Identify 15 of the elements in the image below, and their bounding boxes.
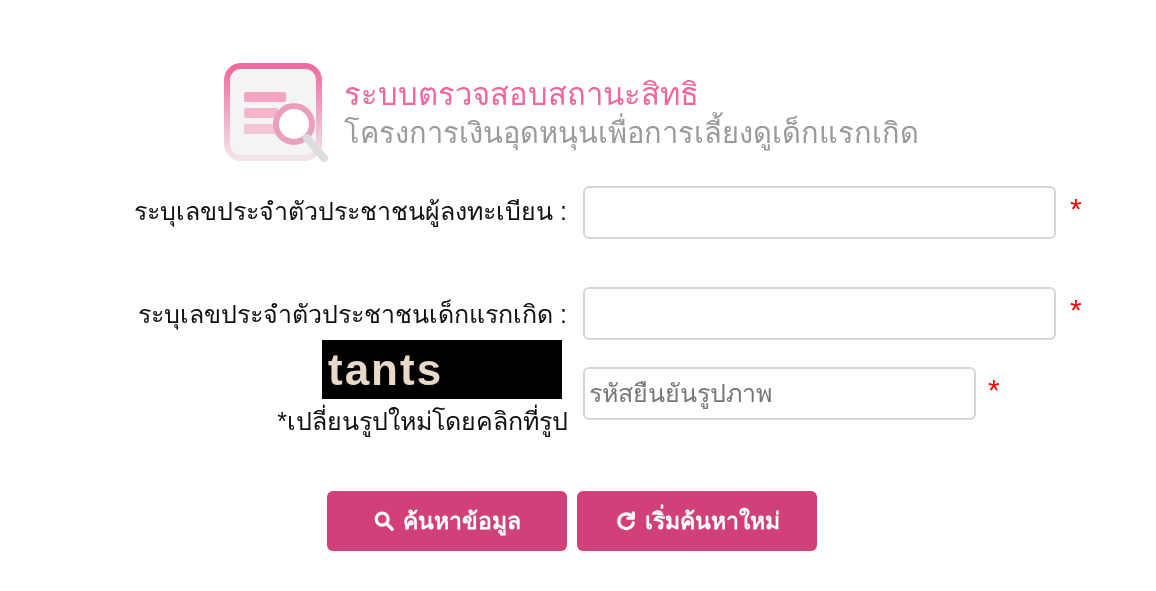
- required-mark: *: [1070, 191, 1082, 227]
- search-icon: [373, 510, 395, 532]
- reset-button[interactable]: เริ่มค้นหาใหม่: [577, 491, 817, 551]
- field-label: ระบุเลขประจำตัวประชาชนเด็กแรกเกิด :: [138, 299, 567, 332]
- id-input-field[interactable]: [583, 287, 1056, 340]
- required-mark: *: [988, 372, 1000, 408]
- search-button[interactable]: ค้นหาข้อมูล: [327, 491, 567, 551]
- id-input-field[interactable]: [583, 186, 1056, 239]
- required-mark: *: [1070, 292, 1082, 328]
- captcha-hint: *เปลี่ยนรูปใหม่โดยคลิกที่รูป: [277, 404, 568, 438]
- field-label: ระบุเลขประจำตัวประชาชนผู้ลงทะเบียน :: [134, 196, 567, 229]
- refresh-icon: [614, 510, 637, 532]
- captcha-image[interactable]: tants: [322, 340, 562, 399]
- captcha-input-field[interactable]: รหัสยืนยันรูปภาพ: [583, 367, 976, 420]
- system-title: ระบบตรวจสอบสถานะสิทธิ: [344, 76, 700, 112]
